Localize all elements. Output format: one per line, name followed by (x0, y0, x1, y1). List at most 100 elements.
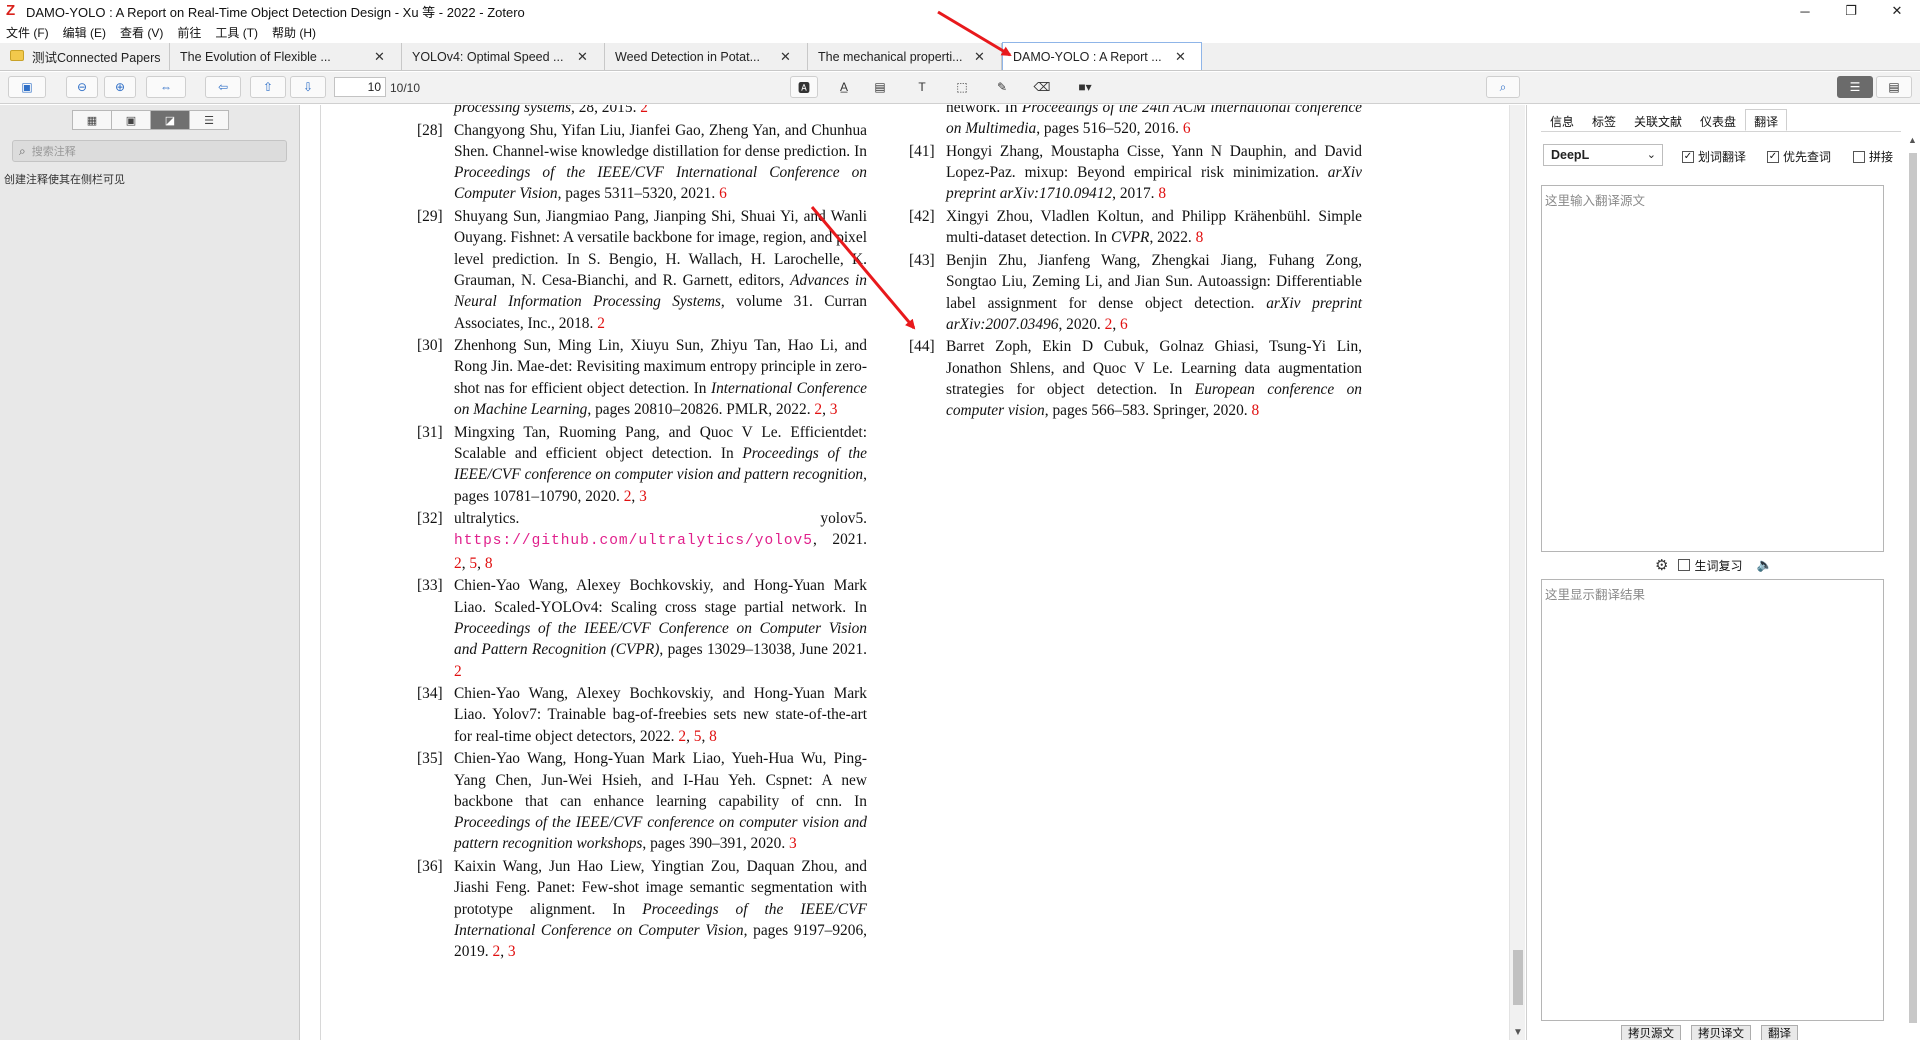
source-text-input[interactable]: 这里输入翻译源文 (1541, 185, 1884, 552)
translation-result-output[interactable]: 这里显示翻译结果 (1541, 579, 1884, 1021)
citation-backlink[interactable]: 2 (640, 105, 648, 116)
highlight-tool-button[interactable]: 🅰 (790, 76, 818, 98)
tab-library[interactable]: 测试Connected Papers (0, 43, 170, 70)
citation-backlink[interactable]: 6 (1120, 316, 1128, 333)
tab-damo-yolo[interactable]: DAMO-YOLO : A Report ... ✕ (1002, 42, 1202, 70)
find-in-document-button[interactable]: ⌕ (1486, 76, 1520, 98)
page-edge (320, 105, 321, 1040)
notes-icon: ▤ (1888, 80, 1900, 94)
citation-backlink[interactable]: 3 (639, 488, 647, 505)
back-button[interactable]: ⇦ (205, 76, 241, 98)
citation-backlink[interactable]: 8 (709, 728, 717, 745)
citation-backlink[interactable]: 3 (789, 835, 797, 852)
menu-help[interactable]: 帮助 (H) (272, 24, 316, 41)
text-tool-button[interactable]: T (908, 76, 936, 98)
tab-mechanical-properties[interactable]: The mechanical properti... ✕ (808, 43, 1002, 70)
scrollbar-thumb[interactable] (1909, 153, 1917, 1023)
page-number-input[interactable]: 10 (334, 77, 386, 97)
scroll-down-icon[interactable]: ▼ (1513, 1027, 1523, 1038)
citation-backlink[interactable]: 2 (597, 315, 605, 332)
zoom-in-button[interactable]: ⊕ (104, 76, 136, 98)
checkbox-label: 优先查词 (1783, 150, 1832, 164)
tab-weed-detection[interactable]: Weed Detection in Potat... ✕ (605, 43, 808, 70)
reference-text: , 2017. (1112, 185, 1159, 203)
speaker-muted-icon[interactable]: 🔈 (1756, 557, 1772, 573)
citation-backlink[interactable]: 2 (814, 401, 822, 418)
document-scrollbar[interactable]: ▼ (1509, 105, 1525, 1040)
area-tool-button[interactable]: ⬚ (948, 76, 976, 98)
annotations-view-button[interactable]: ◪ (150, 110, 190, 130)
scrollbar-thumb[interactable] (1513, 950, 1523, 1005)
toggle-notes-pane-button[interactable]: ▤ (1876, 76, 1912, 98)
outline-list-icon: ☰ (204, 114, 214, 127)
minimize-button[interactable]: ─ (1782, 0, 1828, 22)
annotation-icon: ◪ (164, 114, 176, 127)
outline-view-button[interactable]: ☰ (189, 110, 229, 130)
translation-engine-select[interactable]: DeepL ⌄ (1543, 144, 1663, 166)
annotation-search-input[interactable]: ⌕ 搜索注释 (12, 140, 287, 162)
tab-evolution-flexible[interactable]: The Evolution of Flexible ... ✕ (170, 43, 402, 70)
checkbox-concat[interactable]: 拼接 (1853, 148, 1893, 165)
tab-title: 测试Connected Papers (32, 51, 161, 65)
tab-dashboard[interactable]: 仪表盘 (1691, 109, 1745, 131)
checkbox-unchecked-icon[interactable] (1678, 559, 1691, 571)
tab-yolov4[interactable]: YOLOv4: Optimal Speed ... ✕ (402, 43, 605, 70)
previous-page-button[interactable]: ⇧ (250, 76, 286, 98)
citation-backlink[interactable]: 2 (454, 555, 462, 572)
menu-tools[interactable]: 工具 (T) (215, 24, 258, 41)
citation-backlink[interactable]: 3 (830, 401, 838, 418)
menu-view[interactable]: 查看 (V) (120, 24, 163, 41)
ink-tool-button[interactable]: ✎ (988, 76, 1016, 98)
pdf-document-view[interactable]: processing systems, 28, 2015. 2 [28] Chang… (301, 105, 1525, 1040)
next-page-button[interactable]: ⇩ (290, 76, 326, 98)
citation-backlink[interactable]: 2 (678, 728, 686, 745)
citation-backlink[interactable]: 8 (485, 555, 493, 572)
checkbox-dictionary-first[interactable]: ✓ 优先查词 (1767, 148, 1831, 165)
citation-backlink[interactable]: 6 (1183, 120, 1191, 137)
eraser-icon: ⌫ (1033, 80, 1051, 94)
tab-tags[interactable]: 标签 (1583, 109, 1625, 131)
references-right-column: network. In Proceedings of the 24th ACM … (909, 105, 1362, 423)
close-tab-icon[interactable]: ✕ (1175, 49, 1186, 65)
citation-backlink[interactable]: 5 (469, 555, 477, 572)
tab-translate[interactable]: 翻译 (1745, 109, 1788, 131)
menu-file[interactable]: 文件 (F) (6, 24, 49, 41)
copy-translation-button[interactable]: 拷贝译文 (1691, 1025, 1751, 1040)
citation-backlink[interactable]: 8 (1196, 229, 1204, 246)
tab-info[interactable]: 信息 (1541, 109, 1583, 131)
note-tool-button[interactable]: ▤ (866, 76, 894, 98)
zoom-fit-button[interactable]: ⇔ (146, 76, 186, 98)
toggle-context-pane-button[interactable]: ☰ (1837, 76, 1873, 98)
menu-edit[interactable]: 编辑 (E) (63, 24, 106, 41)
pane-scrollbar[interactable]: ▲ (1906, 135, 1920, 1040)
tab-related[interactable]: 关联文献 (1625, 109, 1691, 131)
close-tab-icon[interactable]: ✕ (974, 49, 985, 65)
image-view-button[interactable]: ▣ (111, 110, 151, 130)
close-window-button[interactable]: ✕ (1874, 0, 1920, 22)
citation-backlink[interactable]: 2 (454, 663, 462, 680)
thumbnails-view-button[interactable]: ▦ (72, 110, 112, 130)
reference-text: ultralytics. yolov5. (454, 510, 867, 528)
scroll-up-icon[interactable]: ▲ (1908, 135, 1917, 145)
menu-go[interactable]: 前往 (177, 24, 201, 41)
chevron-down-icon: ⌄ (1646, 149, 1656, 161)
reference-url-link[interactable]: https://github.com/ultralytics/yolov5 (454, 533, 813, 549)
translate-button[interactable]: 翻译 (1761, 1025, 1798, 1040)
eraser-tool-button[interactable]: ⌫ (1028, 76, 1056, 98)
toggle-sidebar-button[interactable]: ▣ (8, 76, 46, 98)
copy-source-button[interactable]: 拷贝源文 (1621, 1025, 1681, 1040)
zoom-out-button[interactable]: ⊖ (66, 76, 98, 98)
maximize-button[interactable]: ❐ (1828, 0, 1874, 22)
underline-tool-button[interactable]: A̲ (830, 76, 858, 98)
close-tab-icon[interactable]: ✕ (374, 49, 385, 65)
checkbox-select-translate[interactable]: ✓ 划词翻译 (1682, 148, 1746, 165)
citation-backlink[interactable]: 8 (1251, 402, 1259, 419)
text-icon: T (918, 80, 926, 94)
color-picker-button[interactable]: ■▾ (1066, 76, 1104, 98)
citation-backlink[interactable]: 8 (1158, 185, 1166, 202)
close-tab-icon[interactable]: ✕ (577, 49, 588, 65)
citation-backlink[interactable]: 3 (508, 943, 516, 960)
close-tab-icon[interactable]: ✕ (780, 49, 791, 65)
gear-icon[interactable]: ⚙ (1655, 556, 1668, 574)
citation-backlink[interactable]: 6 (719, 185, 727, 202)
